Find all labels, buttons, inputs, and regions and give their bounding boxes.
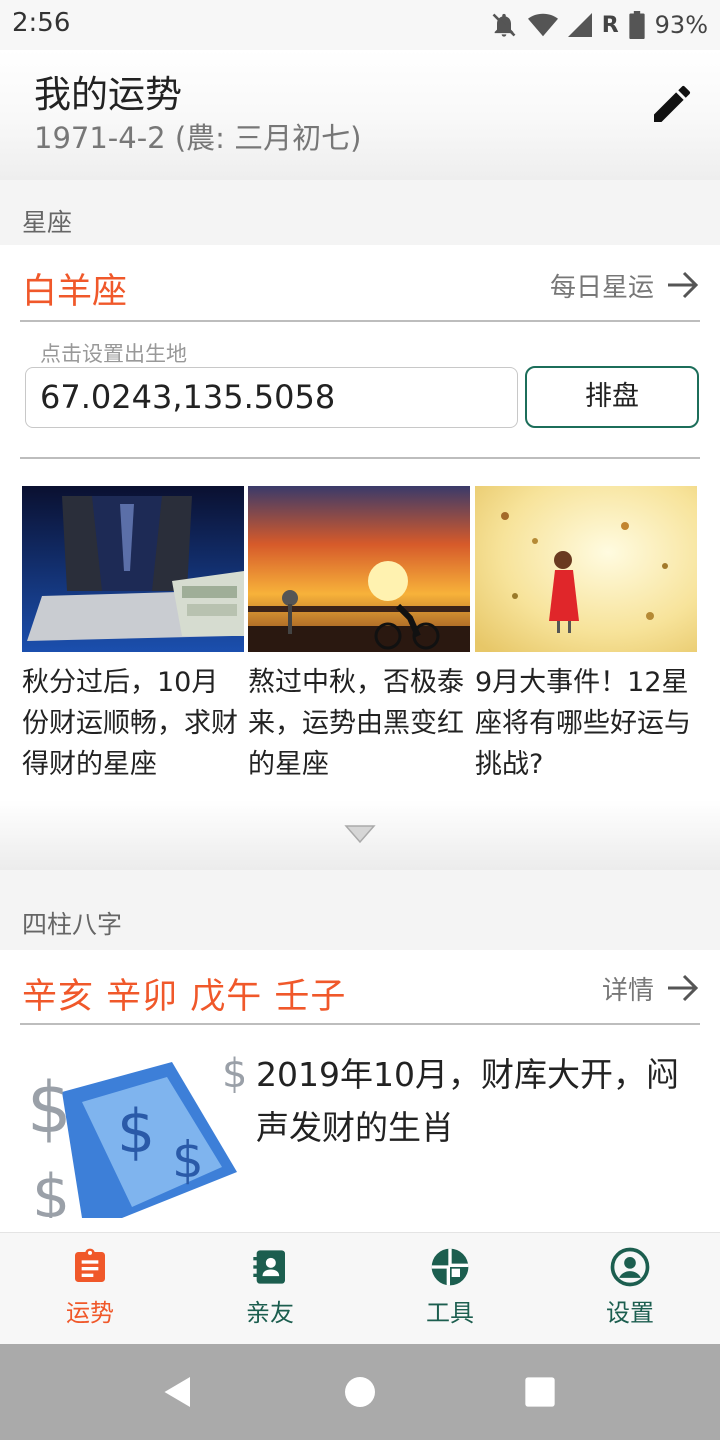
nav-tab-settings[interactable]: 设置 (560, 1247, 700, 1328)
bazi-section-label: 四柱八字 (22, 910, 123, 939)
contacts-book-icon (253, 1250, 285, 1284)
svg-text:$: $ (117, 1097, 155, 1167)
battery-icon (629, 11, 645, 39)
status-bar: 2:56 R 93% (0, 0, 720, 50)
nav-tab-fortune[interactable]: 运势 (20, 1247, 160, 1328)
nav-tab-tools[interactable]: 工具 (380, 1247, 520, 1328)
zodiac-section-label: 星座 (22, 208, 73, 237)
system-nav-bar (0, 1344, 720, 1440)
nav-tab-label: 运势 (66, 1299, 114, 1327)
laptop-money-image (22, 486, 244, 652)
article-card[interactable]: 9月大事件！12星座将有哪些好运与挑战? (475, 486, 697, 785)
battery-percent: 93% (654, 11, 708, 39)
status-icons: R 93% (490, 8, 708, 42)
bazi-details-link[interactable]: 详情 (602, 966, 700, 1010)
divider (20, 457, 700, 459)
divider (20, 320, 700, 322)
roaming-indicator: R (601, 12, 619, 38)
birthplace-coordinates-field[interactable]: 67.0243,135.5058 (25, 367, 518, 428)
article-caption: 熬过中秋，否极泰来，运势由黑变红的星座 (248, 667, 464, 780)
recents-icon[interactable] (524, 1376, 556, 1408)
phone-dollar-image[interactable]: $ $ $ $ $ (22, 1052, 244, 1218)
pencil-icon[interactable] (648, 80, 696, 128)
article-caption: 9月大事件！12星座将有哪些好运与挑战? (475, 667, 691, 780)
birthplace-hint: 点击设置出生地 (40, 342, 187, 366)
back-icon[interactable] (160, 1374, 196, 1410)
nav-tab-label: 亲友 (246, 1299, 294, 1327)
birth-date: 1971-4-2 (農: 三月初七) (34, 121, 362, 155)
bazi-pillars[interactable]: 辛亥 辛卯 戊午 壬子 (22, 968, 346, 1019)
wifi-icon (527, 13, 558, 37)
arrow-right-icon (668, 271, 699, 299)
profile-header: 我的运势 1971-4-2 (農: 三月初七) (0, 50, 720, 180)
svg-text:$: $ (32, 1162, 70, 1218)
svg-text:$: $ (27, 1067, 72, 1149)
account-circle-icon (610, 1247, 650, 1287)
signal-icon (567, 13, 592, 37)
nav-tab-friends[interactable]: 亲友 (200, 1247, 340, 1328)
bazi-card: 辛亥 辛卯 戊午 壬子 详情 $ $ $ $ $ 2019年10月，财库大开，闷… (0, 950, 720, 1232)
chart-button[interactable]: 排盘 (525, 366, 699, 428)
daily-horoscope-link[interactable]: 每日星运 (550, 263, 700, 307)
girl-autumn-leaves-image (475, 486, 697, 652)
zodiac-card: 白羊座 每日星运 点击设置出生地 67.0243,135.5058 排盘 秋分过… (0, 245, 720, 800)
page-title: 我的运势 (34, 73, 182, 116)
svg-text:$: $ (222, 1052, 244, 1097)
article-caption: 秋分过后，10月份财运顺畅，求财得财的星座 (22, 667, 238, 780)
clipboard-icon (75, 1248, 105, 1282)
home-icon[interactable] (342, 1374, 378, 1410)
bazi-article-title[interactable]: 2019年10月，财库大开，闷声发财的生肖 (256, 1048, 706, 1154)
sunset-cyclist-image (248, 486, 470, 652)
svg-text:$: $ (172, 1131, 204, 1189)
bottom-nav: 运势 亲友 工具 设置 (0, 1232, 720, 1344)
zodiac-sign[interactable]: 白羊座 (22, 263, 127, 314)
nav-tab-label: 设置 (606, 1299, 654, 1327)
article-card[interactable]: 熬过中秋，否极泰来，运势由黑变红的星座 (248, 486, 470, 785)
nav-tab-label: 工具 (426, 1299, 474, 1327)
chevron-down-icon[interactable] (344, 823, 376, 845)
daily-horoscope-label: 每日星运 (549, 272, 654, 303)
divider (20, 1023, 700, 1025)
aperture-icon (431, 1248, 469, 1286)
arrow-right-icon (668, 974, 699, 1002)
bazi-details-label: 详情 (601, 975, 654, 1006)
mute-bell-icon (492, 13, 516, 37)
article-card[interactable]: 秋分过后，10月份财运顺畅，求财得财的星座 (22, 486, 244, 785)
status-time: 2:56 (12, 8, 71, 38)
